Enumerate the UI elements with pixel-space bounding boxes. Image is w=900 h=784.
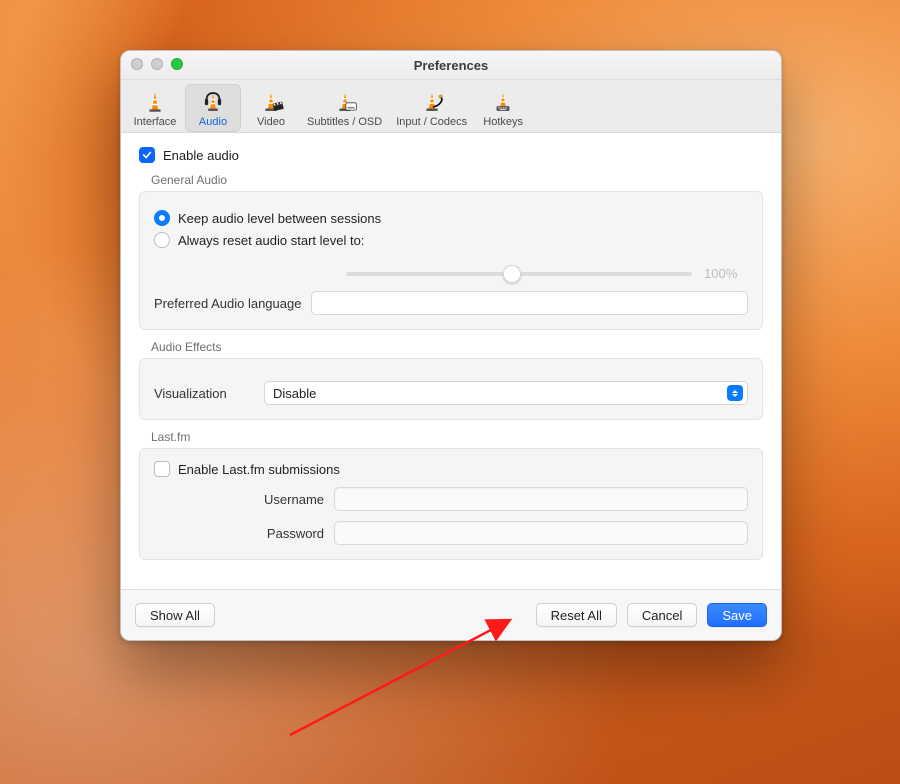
audio-effects-group: Audio Effects Visualization Disable — [139, 340, 763, 420]
slider-thumb-icon[interactable] — [503, 265, 521, 283]
tab-label: Hotkeys — [483, 116, 523, 128]
visualization-value: Disable — [273, 386, 316, 401]
tab-label: Audio — [199, 116, 227, 128]
tab-label: Video — [257, 116, 285, 128]
visualization-select[interactable]: Disable — [264, 381, 748, 405]
window-footer: Show All Reset All Cancel Save — [121, 589, 781, 640]
tab-interface[interactable]: Interface — [127, 84, 183, 132]
zoom-window-button[interactable] — [171, 58, 183, 70]
visualization-label: Visualization — [154, 386, 254, 401]
audio-level-value: 100% — [704, 266, 748, 281]
close-window-button[interactable] — [131, 58, 143, 70]
tab-label: Input / Codecs — [396, 116, 467, 128]
show-all-button[interactable]: Show All — [135, 603, 215, 627]
group-title: General Audio — [151, 173, 763, 187]
lastfm-group: Last.fm Enable Last.fm submissions Usern… — [139, 430, 763, 560]
radio-keep-level[interactable] — [154, 210, 170, 226]
lastfm-username-label: Username — [154, 492, 324, 507]
traffic-lights — [131, 58, 183, 70]
enable-lastfm-checkbox[interactable] — [154, 461, 170, 477]
tab-label: Subtitles / OSD — [307, 116, 382, 128]
tab-label: Interface — [134, 116, 177, 128]
vlc-cone-cable-icon — [416, 88, 448, 116]
tab-subtitles[interactable]: Subtitles / OSD — [301, 84, 388, 132]
lastfm-password-input[interactable] — [334, 521, 748, 545]
desktop-wallpaper: Preferences Interface — [0, 0, 900, 784]
radio-reset-level[interactable] — [154, 232, 170, 248]
vlc-cone-subtitles-icon — [329, 88, 361, 116]
group-title: Audio Effects — [151, 340, 763, 354]
tab-hotkeys[interactable]: Hotkeys — [475, 84, 531, 132]
vlc-cone-headphones-icon — [197, 88, 229, 116]
preferred-audio-language-input[interactable] — [311, 291, 748, 315]
enable-audio-label: Enable audio — [163, 148, 239, 163]
cancel-button[interactable]: Cancel — [627, 603, 697, 627]
tab-audio[interactable]: Audio — [185, 84, 241, 132]
vlc-cone-clapper-icon — [255, 88, 287, 116]
audio-level-slider[interactable] — [346, 272, 692, 276]
audio-panel: Enable audio General Audio Keep audio le… — [121, 133, 781, 640]
enable-audio-checkbox[interactable] — [139, 147, 155, 163]
group-title: Last.fm — [151, 430, 763, 444]
titlebar: Preferences — [121, 51, 781, 80]
save-button[interactable]: Save — [707, 603, 767, 627]
radio-keep-level-label: Keep audio level between sessions — [178, 211, 381, 226]
tab-video[interactable]: Video — [243, 84, 299, 132]
vlc-cone-keyboard-icon — [487, 88, 519, 116]
minimize-window-button[interactable] — [151, 58, 163, 70]
lastfm-username-input[interactable] — [334, 487, 748, 511]
preferred-audio-language-label: Preferred Audio language — [154, 296, 301, 311]
select-arrows-icon — [727, 385, 743, 401]
lastfm-password-label: Password — [154, 526, 324, 541]
tab-input-codecs[interactable]: Input / Codecs — [390, 84, 473, 132]
vlc-cone-icon — [139, 88, 171, 116]
radio-reset-level-label: Always reset audio start level to: — [178, 233, 364, 248]
reset-all-button[interactable]: Reset All — [536, 603, 617, 627]
enable-lastfm-label: Enable Last.fm submissions — [178, 462, 340, 477]
general-audio-group: General Audio Keep audio level between s… — [139, 173, 763, 330]
preferences-window: Preferences Interface — [120, 50, 782, 641]
preferences-toolbar: Interface Audio — [121, 80, 781, 133]
window-title: Preferences — [414, 58, 488, 73]
